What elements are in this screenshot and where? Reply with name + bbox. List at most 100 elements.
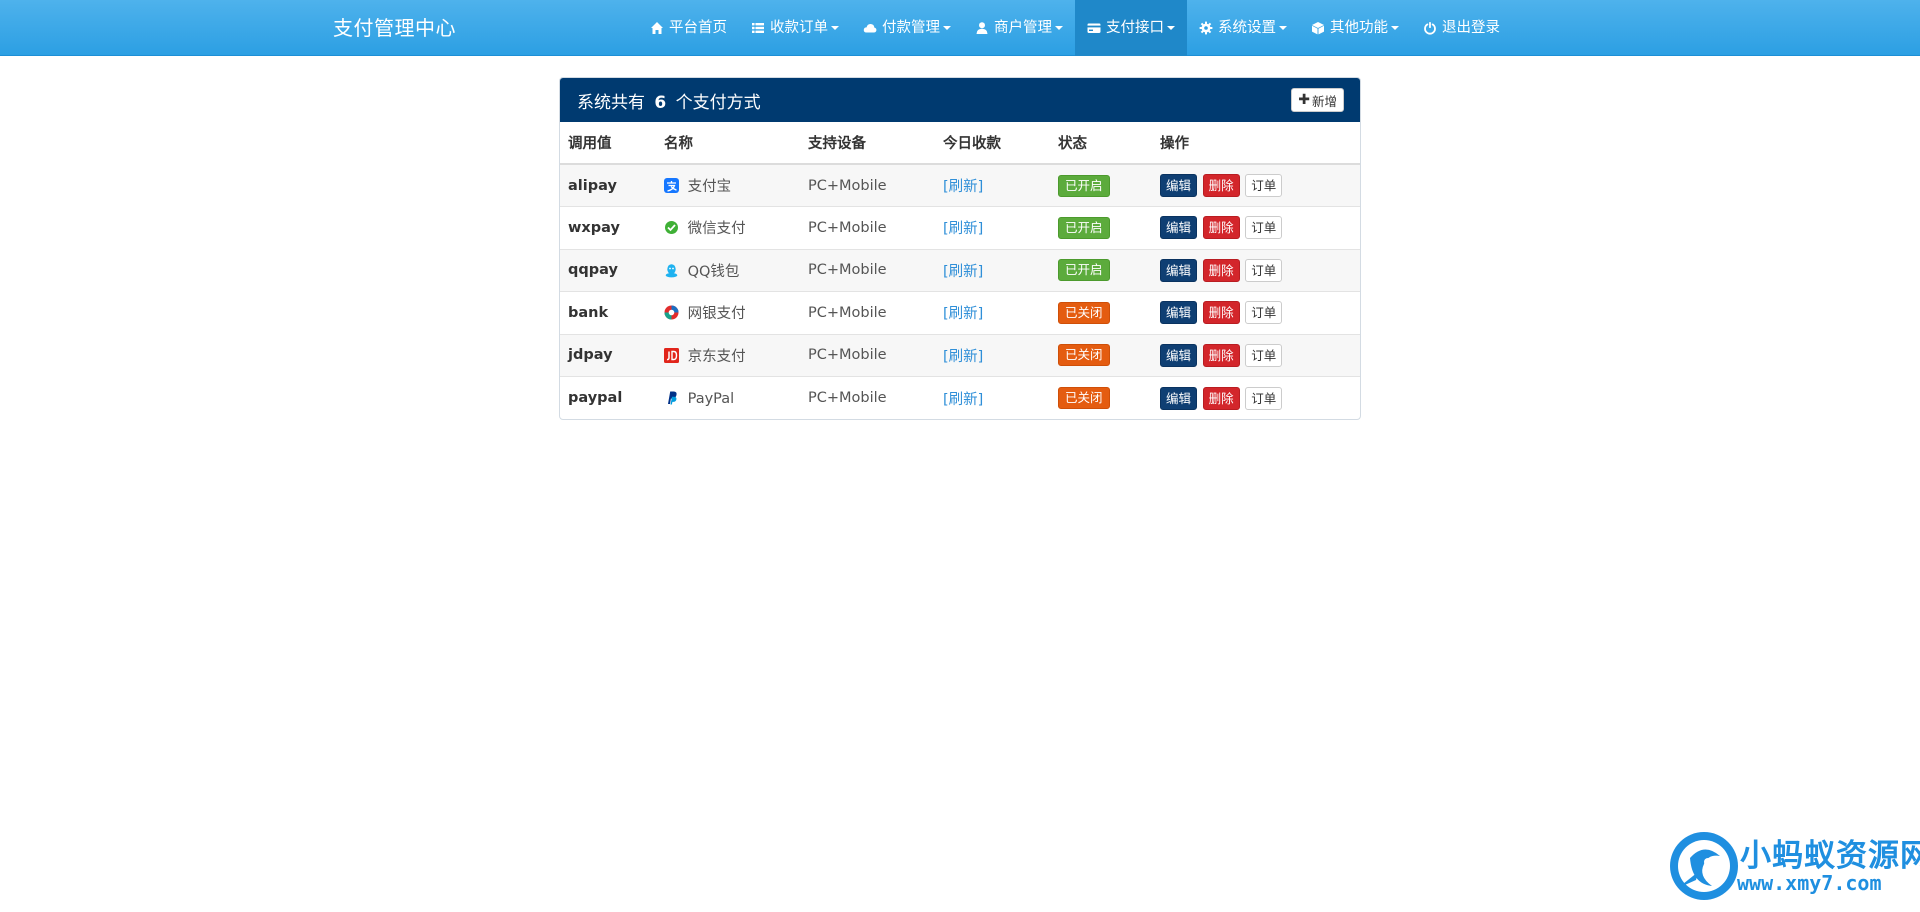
nav-item-2[interactable]: 付款管理 <box>851 0 963 56</box>
edit-button[interactable]: 编辑 <box>1160 343 1198 367</box>
cell-code: paypal <box>560 376 656 419</box>
panel-title-prefix: 系统共有 <box>577 92 645 113</box>
refresh-link[interactable]: [刷新] <box>943 179 983 195</box>
panel-title: 系统共有 6 个支付方式 <box>577 88 761 113</box>
table-row: jdpay 京东支付 PC+Mobile [刷新] 已关闭 编辑 删除 订单 <box>560 333 1360 377</box>
payment-name: 京东支付 <box>687 348 746 365</box>
cell-name: 网银支付 <box>656 291 800 334</box>
alipay-icon <box>664 178 679 193</box>
brand-title[interactable]: 支付管理中心 <box>333 0 456 56</box>
nav-item-1[interactable]: 收款订单 <box>739 0 851 56</box>
cell-device: PC+Mobile <box>800 206 935 249</box>
header-status: 状态 <box>1050 122 1152 165</box>
edit-button[interactable]: 编辑 <box>1160 386 1198 410</box>
payment-name: QQ钱包 <box>687 263 740 280</box>
caret-down-icon <box>831 26 839 30</box>
cell-today: [刷新] <box>935 206 1050 249</box>
caret-down-icon <box>1055 26 1063 30</box>
status-toggle[interactable]: 已开启 <box>1058 259 1110 282</box>
caret-down-icon <box>1391 26 1399 30</box>
delete-button[interactable]: 删除 <box>1202 174 1240 197</box>
delete-button[interactable]: 删除 <box>1202 216 1240 240</box>
payment-methods-panel: 系统共有 6 个支付方式 ✚ 新增 调用值 名称 支持设备 今日收款 状态 操作… <box>559 77 1361 420</box>
header-name: 名称 <box>656 122 800 165</box>
delete-button[interactable]: 删除 <box>1202 258 1240 282</box>
status-toggle[interactable]: 已开启 <box>1058 216 1110 239</box>
cell-status: 已开启 <box>1050 248 1152 292</box>
nav-label: 商户管理 <box>994 20 1052 36</box>
refresh-link[interactable]: [刷新] <box>943 264 983 280</box>
order-button[interactable]: 订单 <box>1245 301 1283 325</box>
add-payment-button[interactable]: ✚ 新增 <box>1291 88 1344 112</box>
table-row: qqpay QQ钱包 PC+Mobile [刷新] 已开启 编辑 删除 订单 <box>560 248 1360 292</box>
paypal-icon <box>668 391 677 404</box>
cell-today: [刷新] <box>935 333 1050 377</box>
cell-status: 已关闭 <box>1050 333 1152 377</box>
cell-actions: 编辑 删除 订单 <box>1152 206 1360 249</box>
payment-name: 微信支付 <box>687 221 746 238</box>
delete-button[interactable]: 删除 <box>1202 301 1240 325</box>
table-header-row: 调用值 名称 支持设备 今日收款 状态 操作 <box>560 122 1360 165</box>
panel-title-suffix: 个支付方式 <box>675 92 761 113</box>
delete-button[interactable]: 删除 <box>1202 343 1240 367</box>
refresh-link[interactable]: [刷新] <box>943 392 983 408</box>
payment-name: PayPal <box>687 390 735 407</box>
cell-status: 已关闭 <box>1050 376 1152 419</box>
order-button[interactable]: 订单 <box>1245 258 1283 282</box>
nav-label: 系统设置 <box>1218 20 1276 36</box>
edit-button[interactable]: 编辑 <box>1160 216 1198 240</box>
user-icon <box>976 22 988 34</box>
add-button-label: 新增 <box>1311 93 1337 109</box>
nav-label: 收款订单 <box>770 20 828 36</box>
status-toggle[interactable]: 已关闭 <box>1058 344 1110 367</box>
edit-button[interactable]: 编辑 <box>1160 301 1198 325</box>
edit-button[interactable]: 编辑 <box>1160 174 1198 197</box>
nav-item-4[interactable]: 支付接口 <box>1075 0 1187 56</box>
refresh-link[interactable]: [刷新] <box>943 349 983 365</box>
panel-heading: 系统共有 6 个支付方式 ✚ 新增 <box>560 78 1360 122</box>
order-button[interactable]: 订单 <box>1245 216 1283 240</box>
cell-device: PC+Mobile <box>800 376 935 419</box>
refresh-link[interactable]: [刷新] <box>943 221 983 237</box>
cell-code: jdpay <box>560 333 656 377</box>
status-toggle[interactable]: 已开启 <box>1058 174 1110 197</box>
order-button[interactable]: 订单 <box>1245 343 1283 367</box>
watermark: 小蚂蚁资源网 www.xmy7.com <box>1668 826 1920 912</box>
order-button[interactable]: 订单 <box>1245 174 1283 197</box>
plus-icon: ✚ <box>1298 92 1310 108</box>
caret-down-icon <box>1167 26 1175 30</box>
cell-device: PC+Mobile <box>800 163 935 207</box>
nav-item-5[interactable]: 系统设置 <box>1187 0 1299 56</box>
watermark-title: 小蚂蚁资源网 <box>1740 838 1920 874</box>
cell-today: [刷新] <box>935 376 1050 419</box>
cell-device: PC+Mobile <box>800 333 935 377</box>
status-toggle[interactable]: 已关闭 <box>1058 301 1110 324</box>
nav-item-3[interactable]: 商户管理 <box>963 0 1075 56</box>
cell-code: bank <box>560 291 656 334</box>
cell-name: QQ钱包 <box>656 248 800 292</box>
edit-button[interactable]: 编辑 <box>1160 258 1198 282</box>
cell-status: 已开启 <box>1050 163 1152 207</box>
cell-actions: 编辑 删除 订单 <box>1152 163 1360 207</box>
nav-item-7[interactable]: 退出登录 <box>1411 0 1512 56</box>
payment-table: 调用值 名称 支持设备 今日收款 状态 操作 alipay 支付宝 PC+Mob… <box>560 122 1360 419</box>
table-row: paypal PayPal PC+Mobile [刷新] 已关闭 编辑 删除 订… <box>560 376 1360 419</box>
cell-actions: 编辑 删除 订单 <box>1152 291 1360 334</box>
qq-wallet-icon <box>665 263 678 278</box>
nav-item-0[interactable]: 平台首页 <box>638 0 739 56</box>
delete-button[interactable]: 删除 <box>1202 386 1240 410</box>
status-toggle[interactable]: 已关闭 <box>1058 387 1110 409</box>
caret-down-icon <box>1279 26 1287 30</box>
nav-item-6[interactable]: 其他功能 <box>1299 0 1411 56</box>
cube-icon <box>1312 22 1324 35</box>
table-row: alipay 支付宝 PC+Mobile [刷新] 已开启 编辑 删除 订单 <box>560 163 1360 207</box>
order-button[interactable]: 订单 <box>1245 386 1283 410</box>
unionpay-icon <box>664 305 679 320</box>
refresh-link[interactable]: [刷新] <box>943 306 983 322</box>
table-row: wxpay 微信支付 PC+Mobile [刷新] 已开启 编辑 删除 订单 <box>560 206 1360 249</box>
nav-label: 其他功能 <box>1330 20 1388 36</box>
payment-name: 支付宝 <box>687 179 732 195</box>
header-code: 调用值 <box>560 122 656 165</box>
power-icon <box>1424 22 1436 35</box>
cell-actions: 编辑 删除 订单 <box>1152 333 1360 377</box>
